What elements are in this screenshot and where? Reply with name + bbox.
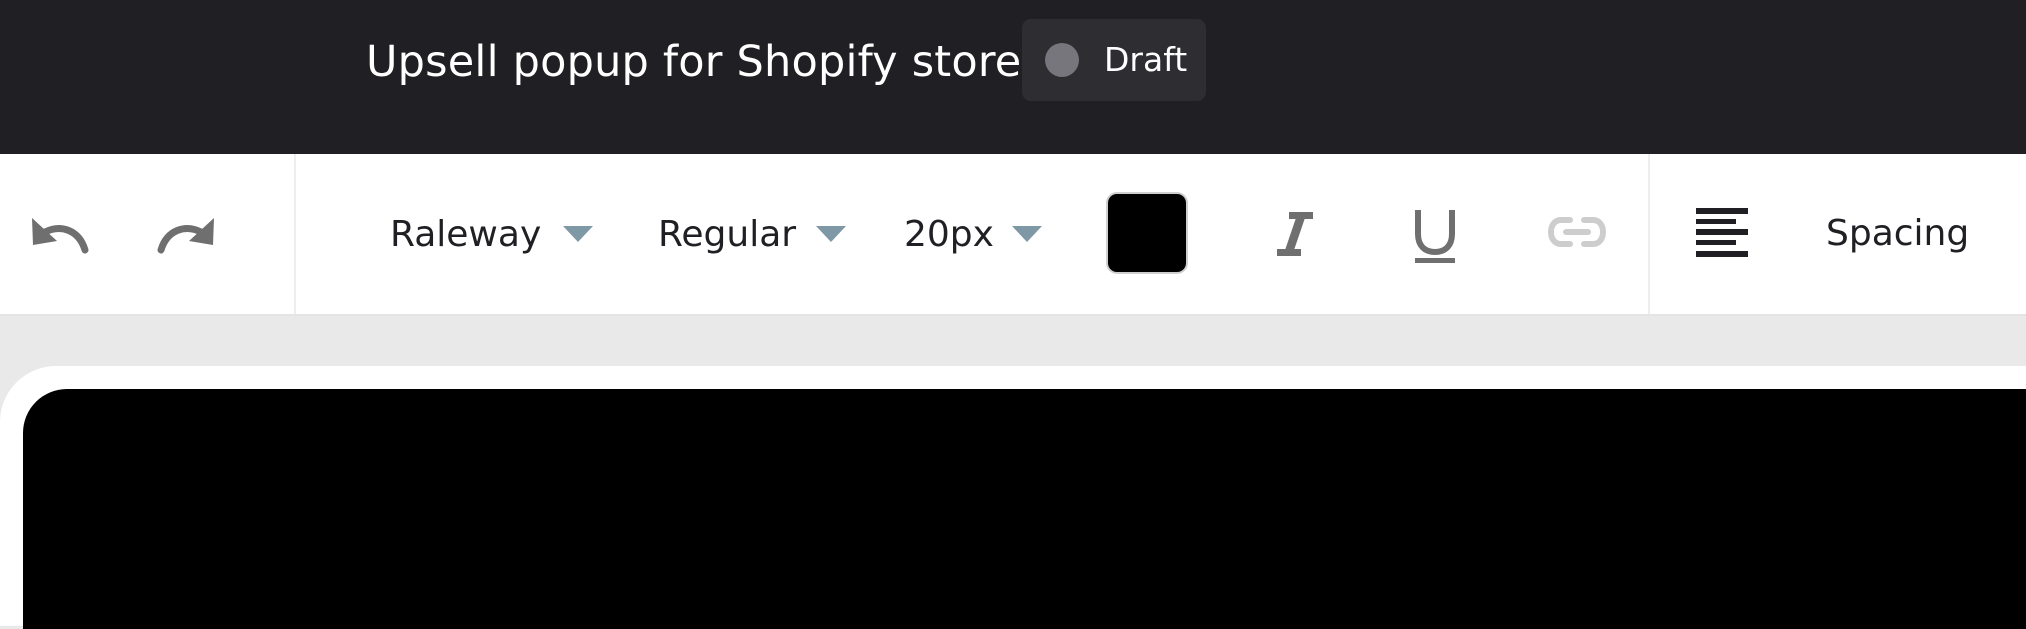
status-dot-icon <box>1045 43 1079 77</box>
page-title[interactable]: Upsell popup for Shopify store <box>366 32 1021 92</box>
italic-button[interactable] <box>1270 204 1320 264</box>
redo-button[interactable] <box>150 204 224 264</box>
undo-icon <box>32 218 89 254</box>
align-left-icon <box>1696 208 1748 257</box>
text-color-swatch[interactable] <box>1108 194 1186 272</box>
font-weight-value: Regular <box>658 213 797 255</box>
font-size-dropdown[interactable]: 20px <box>904 154 1042 314</box>
top-bar: Upsell popup for Shopify store Draft <box>0 0 2026 154</box>
chevron-down-icon <box>816 226 847 242</box>
link-icon <box>1547 217 1607 247</box>
toolbar-divider <box>294 154 296 314</box>
font-family-value: Raleway <box>390 213 542 255</box>
font-weight-dropdown[interactable]: Regular <box>658 154 847 314</box>
text-toolbar: Raleway Regular 20px Spacing <box>0 154 2026 316</box>
toolbar-divider <box>1648 154 1650 314</box>
underline-icon <box>1415 210 1455 263</box>
chevron-down-icon <box>1011 226 1042 242</box>
undo-button[interactable] <box>22 204 96 264</box>
text-align-button[interactable] <box>1692 204 1752 262</box>
chevron-down-icon <box>563 226 594 242</box>
spacing-button[interactable]: Spacing <box>1826 154 1969 314</box>
popup-canvas[interactable] <box>23 389 2026 629</box>
status-label: Draft <box>1104 40 1188 79</box>
redo-icon <box>157 218 214 254</box>
italic-icon <box>1277 212 1313 256</box>
font-size-value: 20px <box>904 213 994 255</box>
font-family-dropdown[interactable]: Raleway <box>390 154 594 314</box>
status-badge[interactable]: Draft <box>1022 19 1206 101</box>
underline-button[interactable] <box>1410 204 1460 268</box>
link-button[interactable] <box>1544 210 1610 254</box>
